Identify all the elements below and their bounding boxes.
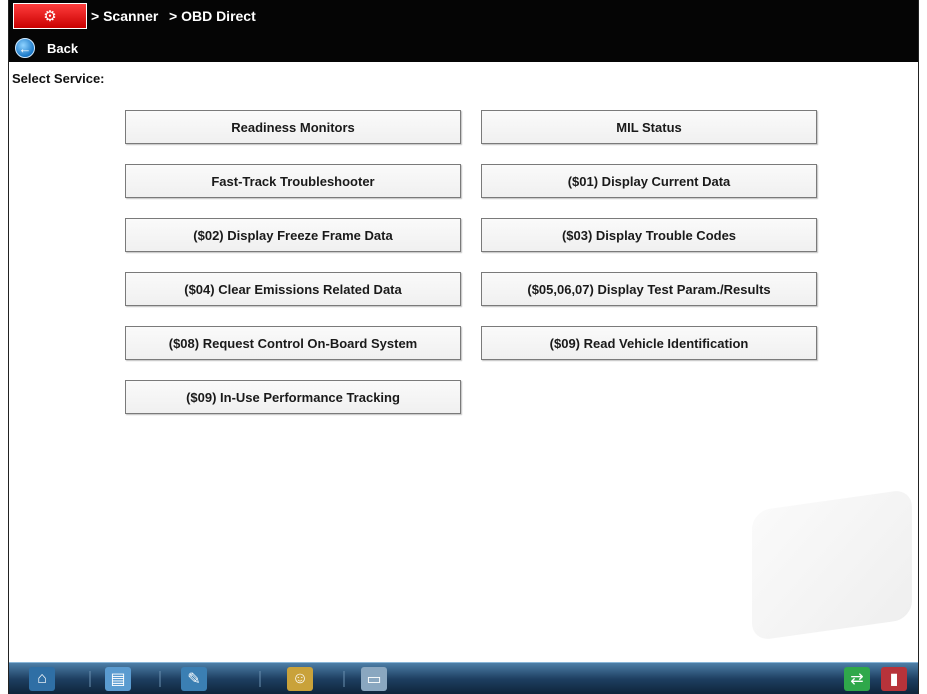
battery-icon: ▮ xyxy=(881,667,907,691)
breadcrumb-scanner[interactable]: > Scanner xyxy=(91,8,158,24)
breadcrumb-obd-direct: > OBD Direct xyxy=(169,8,256,24)
background-watermark xyxy=(752,488,912,642)
page-prompt: Select Service: xyxy=(12,71,105,86)
back-label: Back xyxy=(47,40,79,56)
in-use-performance-tracking-button[interactable]: ($09) In-Use Performance Tracking xyxy=(125,380,461,414)
taskbar-divider xyxy=(89,671,91,687)
people-icon[interactable]: ☺ xyxy=(287,667,313,691)
display-test-param-results-button[interactable]: ($05,06,07) Display Test Param./Results xyxy=(481,272,817,306)
document-icon[interactable]: ▤ xyxy=(105,667,131,691)
clear-emissions-data-button[interactable]: ($04) Clear Emissions Related Data xyxy=(125,272,461,306)
readiness-monitors-button[interactable]: Readiness Monitors xyxy=(125,110,461,144)
home-icon[interactable]: ⌂ xyxy=(29,667,55,691)
taskbar: ⌂ ▤ ✎ ☺ ▭ ⇄ ▮ xyxy=(9,662,918,694)
back-button[interactable]: ← Back xyxy=(15,38,78,58)
taskbar-divider xyxy=(343,671,345,687)
app-home-icon[interactable]: ⚙ xyxy=(13,3,87,29)
fast-track-troubleshooter-button[interactable]: Fast-Track Troubleshooter xyxy=(125,164,461,198)
tools-icon[interactable]: ✎ xyxy=(181,667,207,691)
mil-status-button[interactable]: MIL Status xyxy=(481,110,817,144)
connection-icon[interactable]: ⇄ xyxy=(844,667,870,691)
printer-icon[interactable]: ▭ xyxy=(361,667,387,691)
request-control-onboard-system-button[interactable]: ($08) Request Control On-Board System xyxy=(125,326,461,360)
taskbar-divider xyxy=(159,671,161,687)
back-arrow-icon: ← xyxy=(15,38,35,58)
taskbar-divider xyxy=(259,671,261,687)
display-current-data-button[interactable]: ($01) Display Current Data xyxy=(481,164,817,198)
title-bar: ⚙ > Scanner > OBD Direct ← Back xyxy=(9,0,918,62)
wrench-icon: ⚙ xyxy=(43,7,57,25)
display-trouble-codes-button[interactable]: ($03) Display Trouble Codes xyxy=(481,218,817,252)
app-window: ⚙ > Scanner > OBD Direct ← Back Select S… xyxy=(8,0,919,694)
display-freeze-frame-data-button[interactable]: ($02) Display Freeze Frame Data xyxy=(125,218,461,252)
read-vehicle-identification-button[interactable]: ($09) Read Vehicle Identification xyxy=(481,326,817,360)
